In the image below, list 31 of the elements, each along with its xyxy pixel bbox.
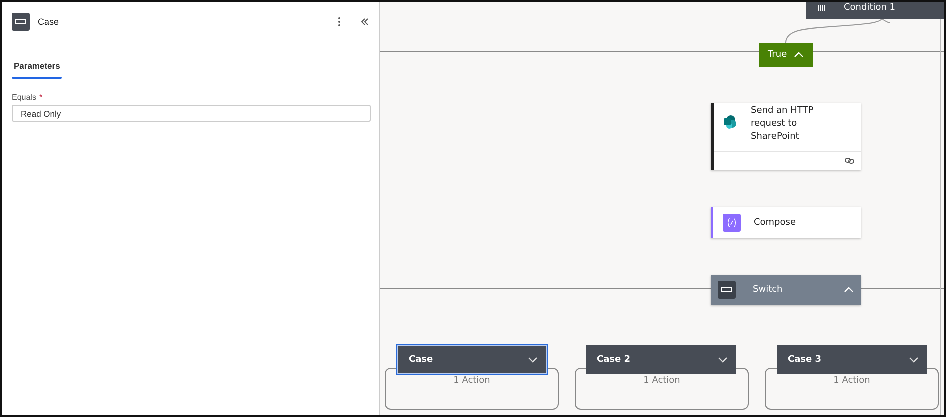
node-title: Condition 1: [844, 2, 896, 12]
node-title: Compose: [754, 218, 796, 228]
case-header[interactable]: Case 2: [586, 345, 736, 374]
case-header[interactable]: Case 3: [777, 345, 927, 374]
chevron-icon[interactable]: [528, 356, 538, 362]
node-title: Switch: [753, 285, 784, 295]
compose-card[interactable]: Compose: [711, 207, 861, 238]
switch-icon: [718, 281, 736, 299]
action-count: 1 Action: [832, 376, 872, 386]
condition-icon: [818, 4, 826, 10]
field-label: Equals: [12, 93, 36, 102]
collapse-icon[interactable]: [361, 18, 369, 26]
action-count: 1 Action: [452, 376, 492, 386]
action-card[interactable]: Send an HTTP request to SharePoint: [711, 103, 861, 170]
sharepoint-icon: [723, 115, 737, 129]
chevron-icon[interactable]: [909, 356, 919, 362]
equals-field[interactable]: Read Only: [12, 105, 371, 122]
switch-icon: [12, 13, 30, 31]
compose-icon: [723, 214, 741, 232]
required-mark: *: [39, 93, 43, 102]
case-header[interactable]: Case: [397, 345, 547, 374]
tab[interactable]: Parameters: [12, 59, 62, 79]
action-count: 1 Action: [642, 376, 682, 386]
panel-title: Case: [38, 17, 60, 27]
branch-button[interactable]: True: [759, 43, 813, 67]
link-icon[interactable]: [845, 158, 855, 164]
more-icon[interactable]: [338, 17, 341, 27]
condition-node[interactable]: Condition 1: [806, 2, 944, 19]
switch-node[interactable]: Switch: [711, 275, 861, 305]
node-title: Send an HTTP request to SharePoint: [751, 105, 815, 144]
chevron-icon[interactable]: [718, 356, 728, 362]
